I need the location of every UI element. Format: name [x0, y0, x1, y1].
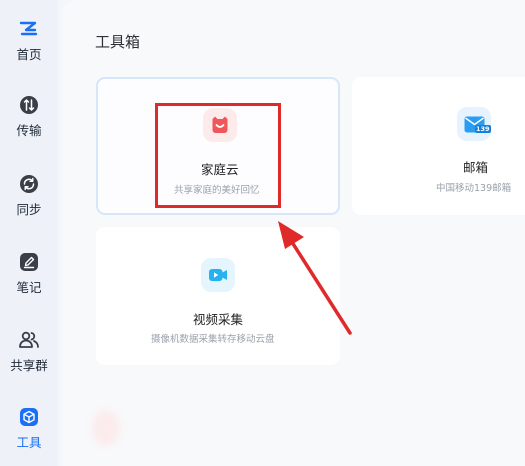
sidebar-item-sync[interactable]: 同步	[0, 173, 58, 229]
card-mail[interactable]: 139 邮箱 中国移动139邮箱	[352, 77, 525, 215]
sidebar-item-shared-group[interactable]: 共享群	[0, 329, 58, 385]
annotation-arrow	[278, 221, 352, 335]
transfer-icon	[18, 94, 40, 116]
cloud-logo-icon	[18, 18, 40, 40]
video-capture-icon	[201, 258, 235, 292]
note-pen-icon	[18, 251, 40, 273]
toolbox-icon	[18, 406, 40, 428]
card-description: 摄像机数据采集转存移动云盘	[151, 334, 275, 345]
page-title: 工具箱	[95, 33, 141, 51]
sidebar-item-notes[interactable]: 笔记	[0, 251, 58, 307]
mail-icon: 139	[457, 107, 491, 141]
sidebar-item-tools[interactable]: 工具	[0, 406, 58, 462]
card-title: 邮箱	[463, 160, 489, 175]
sidebar: 首页 传输 同步 笔记 共享群 工具	[0, 0, 58, 466]
highlight-box	[155, 103, 281, 208]
sidebar-item-label: 笔记	[16, 280, 42, 295]
sidebar-item-label: 共享群	[10, 358, 48, 373]
sidebar-item-label: 首页	[16, 47, 42, 62]
sync-icon	[18, 173, 40, 195]
card-title: 视频采集	[193, 312, 244, 327]
blurred-shape	[92, 410, 120, 446]
card-description: 中国移动139邮箱	[436, 183, 512, 194]
group-icon	[18, 329, 40, 351]
sidebar-item-label: 工具	[16, 435, 42, 450]
sidebar-item-label: 同步	[16, 202, 42, 217]
mail-badge: 139	[475, 125, 491, 133]
sidebar-item-label: 传输	[16, 123, 42, 138]
sidebar-item-home[interactable]: 首页	[0, 18, 58, 74]
sidebar-item-transfer[interactable]: 传输	[0, 94, 58, 150]
